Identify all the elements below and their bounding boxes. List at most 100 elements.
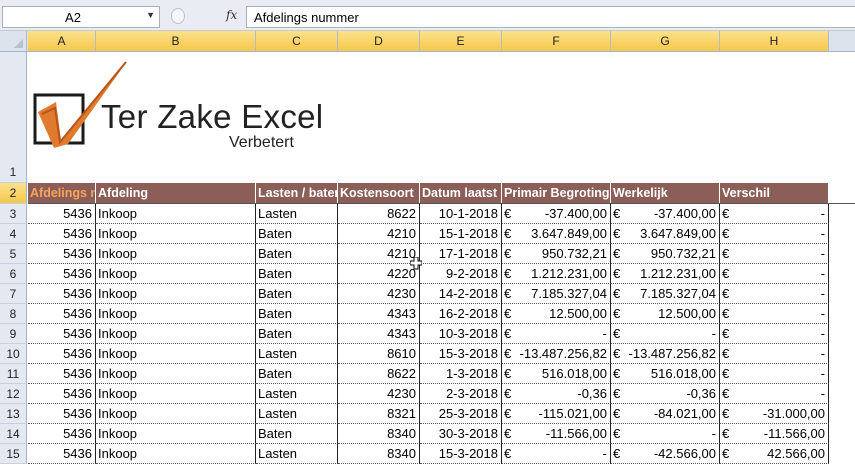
table-cell-d[interactable]: 4343 [338, 304, 420, 324]
table-cell-c[interactable]: Baten [256, 264, 338, 284]
table-cell-f[interactable]: € -37.400,00 [502, 204, 611, 224]
table-cell-g[interactable]: € -84.021,00 [611, 404, 720, 424]
table-cell-h[interactable]: € - [720, 204, 829, 224]
table-cell-c[interactable]: Baten [256, 224, 338, 244]
table-cell-d[interactable]: 8622 [338, 204, 420, 224]
table-cell-c[interactable]: Lasten [256, 204, 338, 224]
table-cell-d[interactable]: 8622 [338, 364, 420, 384]
row-header-13[interactable]: 13 [0, 404, 27, 424]
header-cell-datum[interactable]: Datum laatst [420, 183, 502, 203]
table-cell-b[interactable]: Inkoop [96, 344, 256, 364]
header-cell-afdelingsnummer[interactable]: Afdelings nummer [28, 183, 96, 203]
table-cell-e[interactable]: 25-3-2018 [420, 404, 502, 424]
table-cell-f[interactable]: € - [502, 324, 611, 344]
table-cell-b[interactable]: Inkoop [96, 324, 256, 344]
table-cell-a[interactable]: 5436 [28, 444, 96, 464]
table-cell-g[interactable]: € -37.400,00 [611, 204, 720, 224]
table-cell-c[interactable]: Lasten [256, 404, 338, 424]
table-cell-f[interactable]: €950.732,21 [502, 244, 611, 264]
table-cell-e[interactable]: 15-3-2018 [420, 444, 502, 464]
table-cell-g[interactable]: € -13.487.256,82 [611, 344, 720, 364]
table-cell-h[interactable]: € -31.000,00 [720, 404, 829, 424]
table-cell-d[interactable]: 8321 [338, 404, 420, 424]
table-cell-h[interactable]: € - [720, 364, 829, 384]
table-cell-g[interactable]: € - [611, 324, 720, 344]
table-cell-d[interactable]: 8340 [338, 444, 420, 464]
table-cell-g[interactable]: €516.018,00 [611, 364, 720, 384]
table-cell-a[interactable]: 5436 [28, 264, 96, 284]
table-cell-e[interactable]: 1-3-2018 [420, 364, 502, 384]
table-cell-h[interactable]: €42.566,00 [720, 444, 829, 464]
table-cell-h[interactable]: € - [720, 304, 829, 324]
table-cell-h[interactable]: € - [720, 264, 829, 284]
row-header-12[interactable]: 12 [0, 384, 27, 404]
table-cell-c[interactable]: Lasten [256, 384, 338, 404]
table-cell-b[interactable]: Inkoop [96, 424, 256, 444]
column-header-h[interactable]: H [720, 31, 829, 51]
column-header-g[interactable]: G [611, 31, 720, 51]
table-cell-h[interactable]: € - [720, 244, 829, 264]
formula-input[interactable]: Afdelings nummer [246, 6, 855, 28]
name-box[interactable]: A2 ▼ [2, 6, 160, 28]
row-header-3[interactable]: 3 [0, 204, 27, 224]
table-cell-f[interactable]: € -115.021,00 [502, 404, 611, 424]
row-header-8[interactable]: 8 [0, 304, 27, 324]
table-cell-b[interactable]: Inkoop [96, 224, 256, 244]
table-cell-h[interactable]: € - [720, 344, 829, 364]
table-cell-a[interactable]: 5436 [28, 384, 96, 404]
table-cell-b[interactable]: Inkoop [96, 264, 256, 284]
table-cell-a[interactable]: 5436 [28, 404, 96, 424]
header-cell-kostensoort[interactable]: Kostensoort [338, 183, 420, 203]
column-header-e[interactable]: E [420, 31, 502, 51]
row-header-10[interactable]: 10 [0, 344, 27, 364]
table-cell-g[interactable]: €1.212.231,00 [611, 264, 720, 284]
table-cell-d[interactable]: 4220 [338, 264, 420, 284]
table-cell-g[interactable]: €12.500,00 [611, 304, 720, 324]
table-cell-a[interactable]: 5436 [28, 324, 96, 344]
table-cell-f[interactable]: €516.018,00 [502, 364, 611, 384]
table-cell-e[interactable]: 16-2-2018 [420, 304, 502, 324]
table-cell-a[interactable]: 5436 [28, 424, 96, 444]
table-cell-e[interactable]: 9-2-2018 [420, 264, 502, 284]
table-cell-d[interactable]: 4230 [338, 384, 420, 404]
table-cell-b[interactable]: Inkoop [96, 204, 256, 224]
table-cell-b[interactable]: Inkoop [96, 244, 256, 264]
table-cell-f[interactable]: €12.500,00 [502, 304, 611, 324]
table-cell-h[interactable]: € - [720, 324, 829, 344]
header-cell-werkelijk[interactable]: Werkelijk [611, 183, 720, 203]
chevron-down-icon[interactable]: ▼ [146, 10, 155, 20]
expand-handle-icon[interactable] [171, 8, 185, 24]
table-cell-c[interactable]: Baten [256, 324, 338, 344]
table-cell-a[interactable]: 5436 [28, 344, 96, 364]
table-cell-d[interactable]: 8610 [338, 344, 420, 364]
table-cell-c[interactable]: Baten [256, 284, 338, 304]
row-header-9[interactable]: 9 [0, 324, 27, 344]
table-cell-b[interactable]: Inkoop [96, 284, 256, 304]
table-cell-f[interactable]: €3.647.849,00 [502, 224, 611, 244]
row-header-7[interactable]: 7 [0, 284, 27, 304]
table-cell-f[interactable]: €7.185.327,04 [502, 284, 611, 304]
table-cell-d[interactable]: 4230 [338, 284, 420, 304]
table-cell-c[interactable]: Baten [256, 364, 338, 384]
row-header-15[interactable]: 15 [0, 444, 27, 464]
table-cell-f[interactable]: € -11.566,00 [502, 424, 611, 444]
table-cell-g[interactable]: €3.647.849,00 [611, 224, 720, 244]
column-header-c[interactable]: C [256, 31, 338, 51]
header-cell-primair-begroting[interactable]: Primair Begroting [502, 183, 611, 203]
table-cell-f[interactable]: € -13.487.256,82 [502, 344, 611, 364]
table-cell-e[interactable]: 15-1-2018 [420, 224, 502, 244]
header-cell-afdeling[interactable]: Afdeling [96, 183, 256, 203]
table-cell-e[interactable]: 2-3-2018 [420, 384, 502, 404]
row-header-2[interactable]: 2 [0, 183, 27, 204]
table-cell-e[interactable]: 17-1-2018 [420, 244, 502, 264]
table-cell-e[interactable]: 14-2-2018 [420, 284, 502, 304]
table-cell-d[interactable]: 8340 [338, 424, 420, 444]
table-cell-b[interactable]: Inkoop [96, 384, 256, 404]
row-header-4[interactable]: 4 [0, 224, 27, 244]
table-cell-a[interactable]: 5436 [28, 284, 96, 304]
table-cell-e[interactable]: 10-3-2018 [420, 324, 502, 344]
table-cell-b[interactable]: Inkoop [96, 304, 256, 324]
column-header-d[interactable]: D [338, 31, 420, 51]
table-cell-c[interactable]: Baten [256, 244, 338, 264]
table-cell-b[interactable]: Inkoop [96, 444, 256, 464]
